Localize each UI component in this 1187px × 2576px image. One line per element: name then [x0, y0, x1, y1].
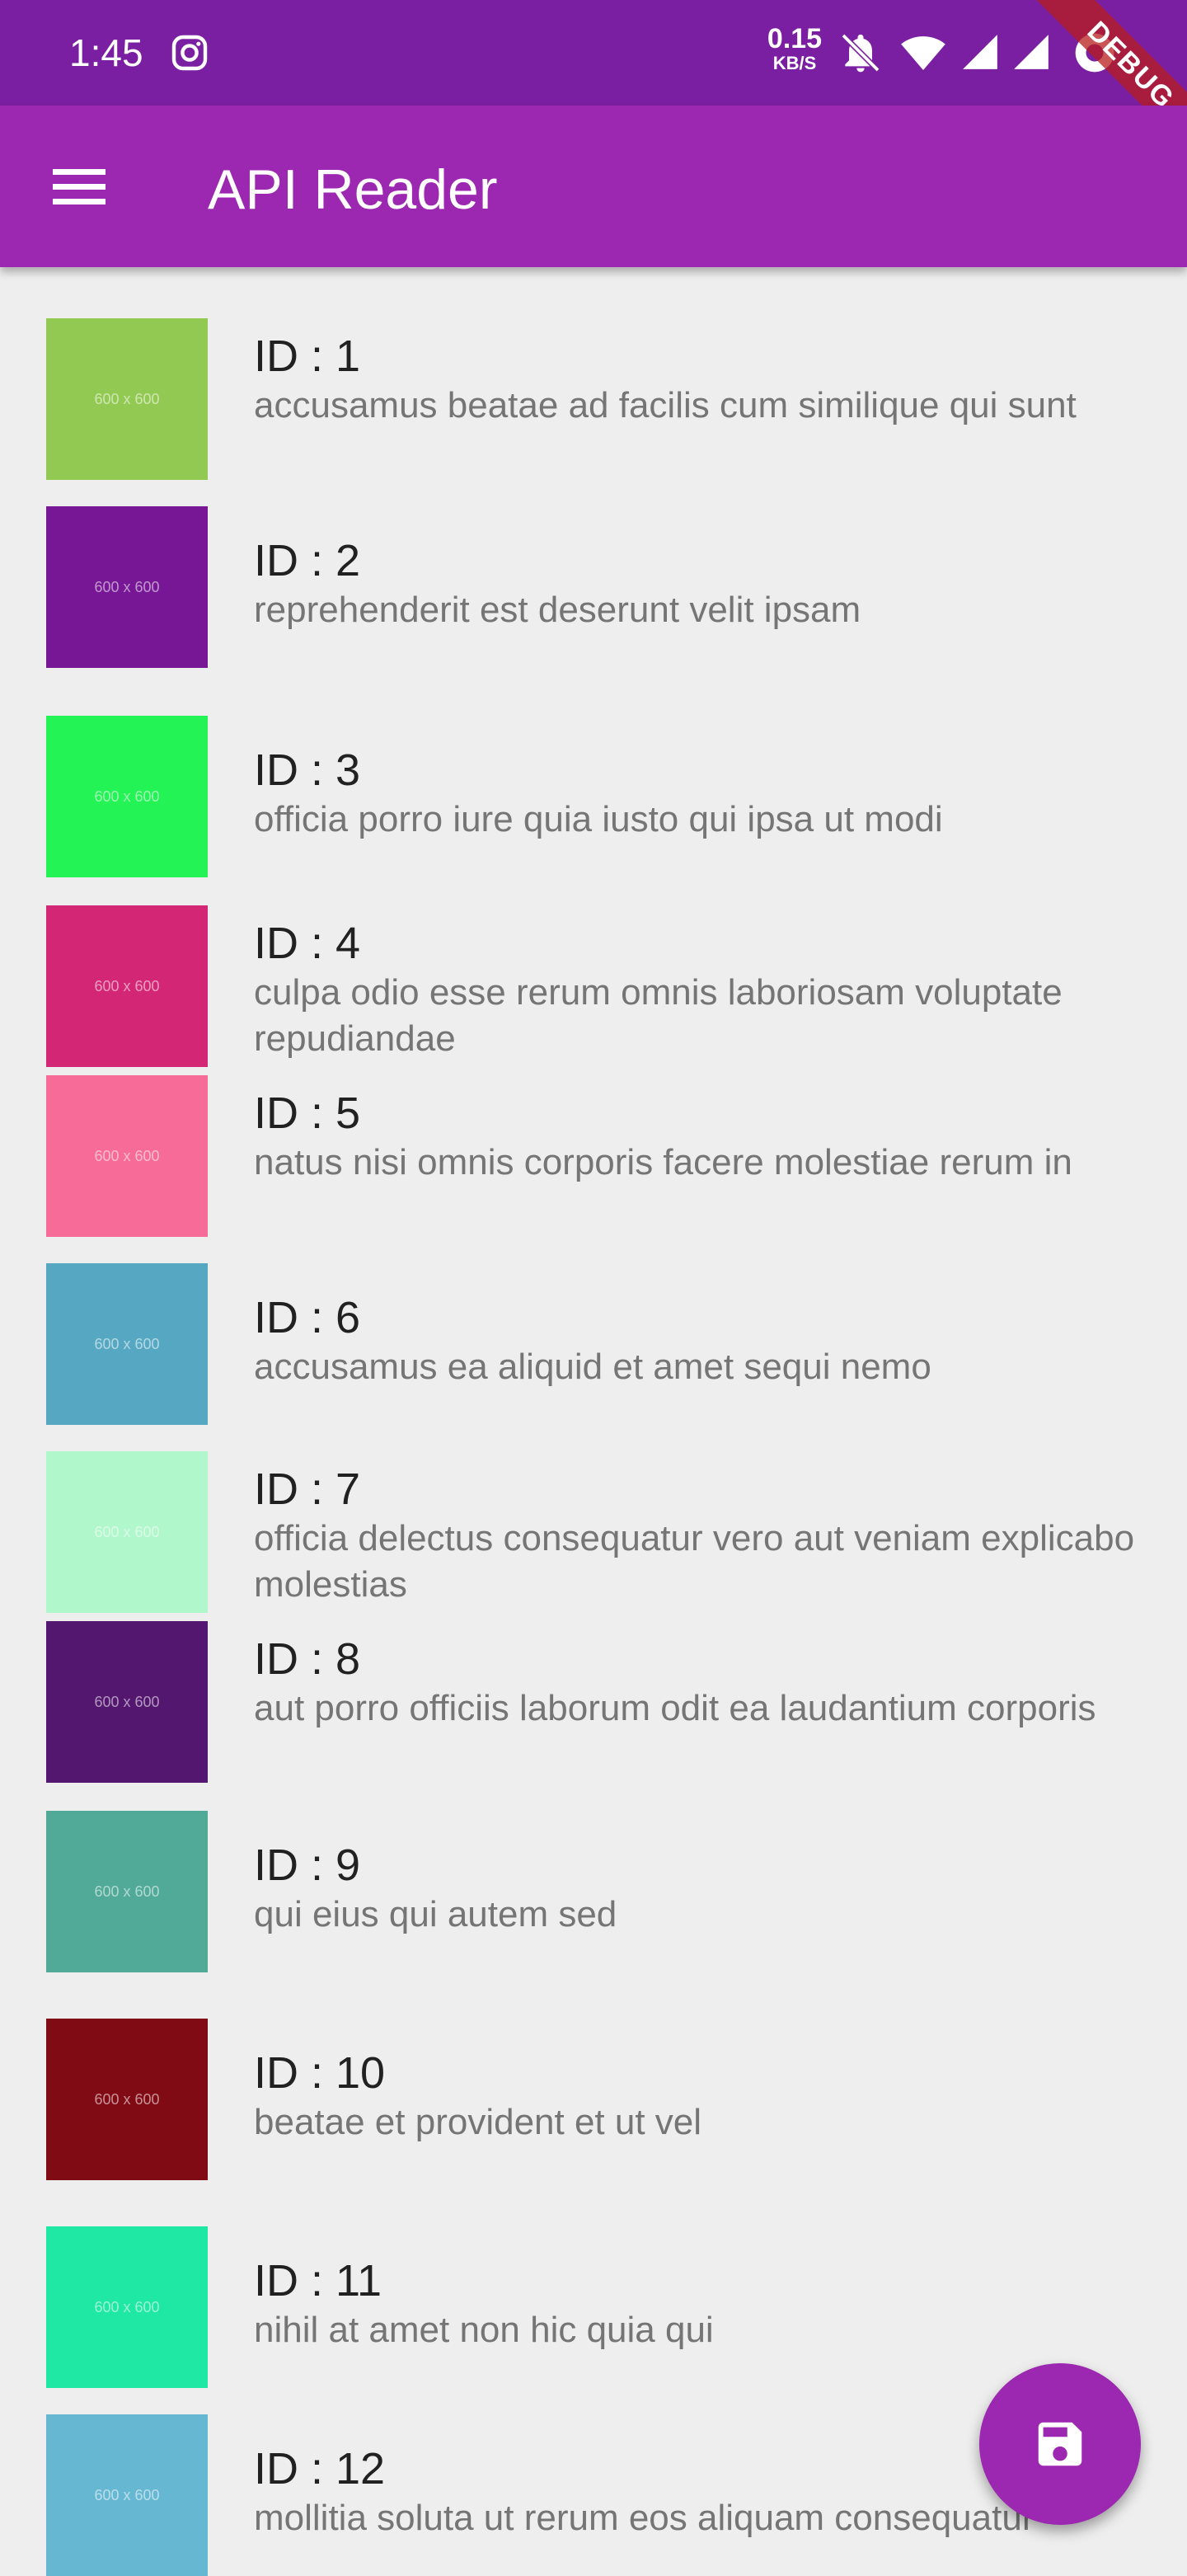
page-title: API Reader — [208, 158, 498, 221]
list-item-text: ID : 10 beatae et provident et ut vel — [254, 2047, 1144, 2146]
list-item-text: ID : 5 natus nisi omnis corporis facere m… — [254, 1087, 1144, 1186]
item-id: ID : 11 — [254, 2256, 382, 2306]
item-title: qui eius qui autem sed — [254, 1894, 617, 1934]
save-button[interactable] — [979, 2363, 1141, 2525]
item-id: ID : 2 — [254, 536, 361, 585]
item-id: ID : 10 — [254, 2048, 386, 2098]
item-title: beatae et provident et ut vel — [254, 2102, 702, 2142]
status-bar: 1:45 0.15 KB/S — [0, 0, 1187, 106]
photo-thumbnail: 600 x 600 — [46, 1621, 208, 1783]
item-title: natus nisi omnis corporis facere molesti… — [254, 1142, 1072, 1182]
network-speed: 0.15 KB/S — [762, 25, 828, 73]
list-item-text: ID : 7 officia delectus consequatur vero … — [254, 1463, 1144, 1608]
item-id: ID : 1 — [254, 331, 361, 381]
status-time: 1:45 — [69, 31, 143, 74]
photo-thumbnail: 600 x 600 — [46, 2226, 208, 2388]
item-title: officia porro iure quia iusto qui ipsa u… — [254, 799, 943, 839]
item-title: accusamus beatae ad facilis cum similiqu… — [254, 385, 1077, 425]
photo-thumbnail: 600 x 600 — [46, 905, 208, 1067]
photo-thumbnail: 600 x 600 — [46, 2019, 208, 2180]
list-item-text: ID : 4 culpa odio esse rerum omnis labori… — [254, 917, 1144, 1062]
signal-icon — [1014, 35, 1049, 69]
photo-thumbnail: 600 x 600 — [46, 1811, 208, 1972]
item-title: nihil at amet non hic quia qui — [254, 2310, 714, 2350]
photo-thumbnail: 600 x 600 — [46, 2414, 208, 2576]
photo-thumbnail: 600 x 600 — [46, 1451, 208, 1613]
signal-icon — [963, 35, 997, 69]
item-id: ID : 4 — [254, 919, 361, 968]
instagram-icon — [171, 35, 208, 71]
network-speed-value: 0.15 — [767, 23, 823, 54]
photo-thumbnail: 600 x 600 — [46, 716, 208, 877]
bell-off-icon — [841, 33, 880, 73]
app-bar: API Reader — [0, 106, 1187, 267]
item-title: aut porro officiis laborum odit ea lauda… — [254, 1688, 1096, 1728]
list-item-text: ID : 3 officia porro iure quia iusto qui … — [254, 744, 1144, 843]
list-item-text: ID : 11 nihil at amet non hic quia qui — [254, 2254, 1144, 2353]
item-id: ID : 5 — [254, 1088, 361, 1138]
item-title: officia delectus consequatur vero aut ve… — [254, 1518, 1135, 1605]
photo-thumbnail: 600 x 600 — [46, 506, 208, 668]
item-id: ID : 6 — [254, 1293, 361, 1342]
item-id: ID : 9 — [254, 1840, 361, 1890]
item-id: ID : 7 — [254, 1464, 361, 1514]
list-item-text: ID : 6 accusamus ea aliquid et amet sequi… — [254, 1291, 1144, 1390]
item-title: accusamus ea aliquid et amet sequi nemo — [254, 1347, 931, 1387]
hamburger-menu-icon — [53, 160, 106, 214]
dnd-icon — [1075, 33, 1114, 73]
photo-thumbnail: 600 x 600 — [46, 1075, 208, 1237]
item-title: culpa odio esse rerum omnis laboriosam v… — [254, 972, 1063, 1059]
save-icon — [1038, 2422, 1082, 2466]
list-item-text: ID : 9 qui eius qui autem sed — [254, 1839, 1144, 1938]
network-speed-unit: KB/S — [772, 53, 817, 73]
item-id: ID : 3 — [254, 745, 361, 795]
list-item-text: ID : 2 reprehenderit est deserunt velit i… — [254, 534, 1144, 633]
photo-thumbnail: 600 x 600 — [46, 1263, 208, 1425]
menu-button[interactable] — [38, 145, 120, 228]
item-title: reprehenderit est deserunt velit ipsam — [254, 590, 861, 630]
photo-thumbnail: 600 x 600 — [46, 318, 208, 480]
item-id: ID : 8 — [254, 1634, 361, 1684]
list-item-text: ID : 8 aut porro officiis laborum odit ea… — [254, 1633, 1144, 1732]
wifi-icon — [901, 36, 945, 70]
list-item-text: ID : 1 accusamus beatae ad facilis cum si… — [254, 330, 1144, 429]
